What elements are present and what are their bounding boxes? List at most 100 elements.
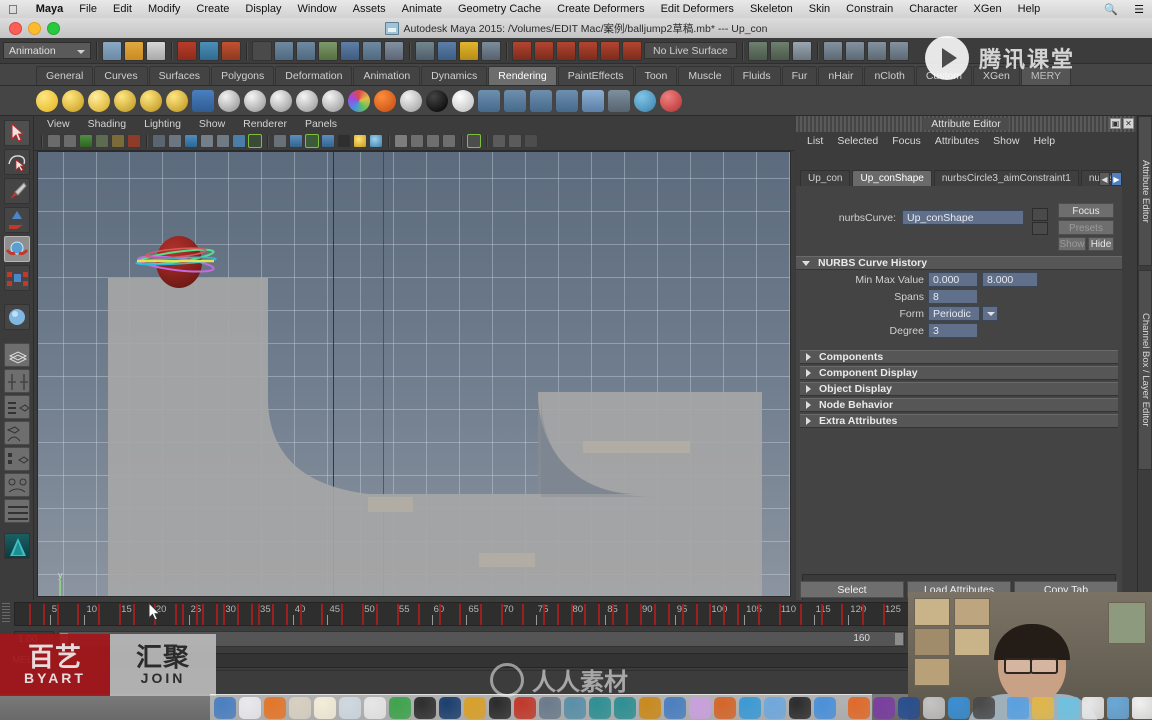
ae-menu-list[interactable]: List bbox=[800, 135, 830, 147]
keyframe-marker[interactable] bbox=[612, 604, 615, 625]
ae-menu-attributes[interactable]: Attributes bbox=[928, 135, 986, 147]
ambient-light-icon[interactable] bbox=[36, 89, 58, 112]
photos-icon[interactable] bbox=[923, 696, 945, 719]
section-nurbs-curve-history[interactable]: NURBS Curve History bbox=[796, 256, 1122, 270]
premiere-icon[interactable] bbox=[898, 696, 920, 719]
menu-animate[interactable]: Animate bbox=[394, 0, 450, 18]
shelf-tab-fluids[interactable]: Fluids bbox=[732, 66, 781, 85]
smooth-shade-all-icon[interactable] bbox=[289, 134, 303, 148]
lock-icon[interactable] bbox=[459, 40, 479, 61]
keyframe-marker[interactable] bbox=[570, 604, 573, 625]
keyframe-marker[interactable] bbox=[376, 604, 379, 625]
keyframe-marker[interactable] bbox=[98, 604, 101, 625]
show-button[interactable]: Show bbox=[1058, 237, 1086, 251]
render-current-frame-icon[interactable] bbox=[822, 40, 843, 61]
camera-shelf-icon[interactable] bbox=[608, 89, 630, 112]
highlight-selection-icon[interactable] bbox=[252, 40, 272, 61]
max-value-field[interactable]: 8.000 bbox=[982, 272, 1038, 287]
select-by-hierarchy-icon[interactable] bbox=[177, 40, 197, 61]
desktop-folder-icon[interactable] bbox=[1057, 696, 1079, 719]
qq-icon[interactable] bbox=[789, 696, 811, 719]
select-by-component-icon[interactable] bbox=[221, 40, 241, 61]
render-view-icon[interactable] bbox=[478, 89, 500, 112]
keyframe-marker[interactable] bbox=[723, 604, 726, 625]
resolution-gate-icon[interactable] bbox=[184, 134, 198, 148]
keyframe-marker[interactable] bbox=[598, 604, 601, 625]
focus-button[interactable]: Focus bbox=[1058, 203, 1114, 218]
cinema4d-icon[interactable] bbox=[639, 696, 661, 719]
keyframe-marker[interactable] bbox=[556, 604, 559, 625]
snap-view-magnet-icon[interactable] bbox=[578, 40, 598, 61]
persp-graph-layout[interactable] bbox=[3, 421, 30, 445]
form-dropdown[interactable]: Periodic bbox=[928, 306, 980, 321]
gamma-icon[interactable] bbox=[232, 134, 246, 148]
form-dropdown-arrow[interactable] bbox=[982, 306, 998, 321]
menu-help[interactable]: Help bbox=[1010, 0, 1049, 18]
outliner-persp-layout[interactable] bbox=[3, 499, 30, 523]
menu-maya[interactable]: Maya bbox=[28, 0, 72, 18]
shelf-tab-fur[interactable]: Fur bbox=[781, 66, 818, 85]
keyframe-marker[interactable] bbox=[174, 604, 177, 625]
spotlight-icon[interactable] bbox=[973, 696, 995, 719]
menu-file[interactable]: File bbox=[71, 0, 105, 18]
keyframe-marker[interactable] bbox=[237, 604, 240, 625]
snap-to-view-plane-icon[interactable] bbox=[340, 40, 360, 61]
rotate-manipulator[interactable] bbox=[126, 230, 226, 290]
presets-button[interactable]: Presets bbox=[1058, 220, 1114, 235]
viewport-menu-view[interactable]: View bbox=[38, 118, 79, 130]
snap-curve-magnet-icon[interactable] bbox=[534, 40, 554, 61]
keyframe-marker[interactable] bbox=[181, 604, 184, 625]
keyframe-marker[interactable] bbox=[299, 604, 302, 625]
keyframe-marker[interactable] bbox=[251, 604, 254, 625]
shelf-tab-deformation[interactable]: Deformation bbox=[275, 66, 353, 85]
menu-skeleton[interactable]: Skeleton bbox=[742, 0, 801, 18]
share-icon[interactable] bbox=[524, 134, 538, 148]
search-icon[interactable]: 🔍 bbox=[1096, 3, 1126, 16]
ae-menu-selected[interactable]: Selected bbox=[830, 135, 885, 147]
finder-icon[interactable] bbox=[214, 696, 236, 719]
image-plane-shelf-icon[interactable] bbox=[582, 89, 604, 112]
keyframe-marker[interactable] bbox=[667, 604, 670, 625]
single-perspective-layout[interactable] bbox=[3, 343, 30, 367]
undock-icon[interactable]: ▣ bbox=[1110, 118, 1121, 129]
shelf-tab-ncloth[interactable]: nCloth bbox=[864, 66, 915, 85]
section-component-display[interactable]: Component Display bbox=[800, 366, 1118, 380]
preview-icon[interactable] bbox=[339, 696, 361, 719]
shelf-tab-painteffects[interactable]: PaintEffects bbox=[557, 66, 634, 85]
phong-material-icon[interactable] bbox=[270, 89, 292, 112]
help-icon[interactable] bbox=[437, 40, 457, 61]
menu-set-selector[interactable]: Animation bbox=[3, 42, 91, 59]
motion-blur-icon[interactable] bbox=[369, 134, 383, 148]
keyframe-marker[interactable] bbox=[778, 604, 781, 625]
keyframe-marker[interactable] bbox=[77, 604, 80, 625]
hide-icon[interactable] bbox=[442, 134, 456, 148]
keyframe-marker[interactable] bbox=[42, 604, 45, 625]
shelf-tab-animation[interactable]: Animation bbox=[353, 66, 421, 85]
use-all-lights-icon[interactable] bbox=[321, 134, 335, 148]
keyframe-marker[interactable] bbox=[320, 604, 323, 625]
point-light-icon[interactable] bbox=[88, 89, 110, 112]
shelf-tab-surfaces[interactable]: Surfaces bbox=[148, 66, 211, 85]
menu-assets[interactable]: Assets bbox=[345, 0, 394, 18]
shelf-tab-curves[interactable]: Curves bbox=[94, 66, 148, 85]
viewport-menu-lighting[interactable]: Lighting bbox=[135, 118, 190, 130]
safari-beta-icon[interactable] bbox=[664, 696, 686, 719]
new-scene-icon[interactable] bbox=[102, 40, 122, 61]
viewport-menu-renderer[interactable]: Renderer bbox=[234, 118, 296, 130]
snap-grid-magnet-icon[interactable] bbox=[512, 40, 532, 61]
time-slider-drag-handle[interactable] bbox=[2, 603, 10, 623]
keyframe-marker[interactable] bbox=[56, 604, 59, 625]
two-sided-lighting-icon[interactable] bbox=[95, 134, 109, 148]
keyframe-marker[interactable] bbox=[639, 604, 642, 625]
section-node-behavior[interactable]: Node Behavior bbox=[800, 398, 1118, 412]
select-button[interactable]: Select bbox=[800, 581, 904, 598]
evernote-icon[interactable] bbox=[389, 696, 411, 719]
degree-field[interactable]: 3 bbox=[928, 323, 978, 338]
notes-doc-icon[interactable] bbox=[1132, 696, 1152, 719]
xray-icon[interactable] bbox=[152, 134, 166, 148]
spot-light-icon[interactable] bbox=[114, 89, 136, 112]
render-settings-shelf-icon[interactable] bbox=[504, 89, 526, 112]
keyframe-marker[interactable] bbox=[758, 604, 761, 625]
viewport-menu-shading[interactable]: Shading bbox=[79, 118, 136, 130]
menu-modify[interactable]: Modify bbox=[140, 0, 188, 18]
